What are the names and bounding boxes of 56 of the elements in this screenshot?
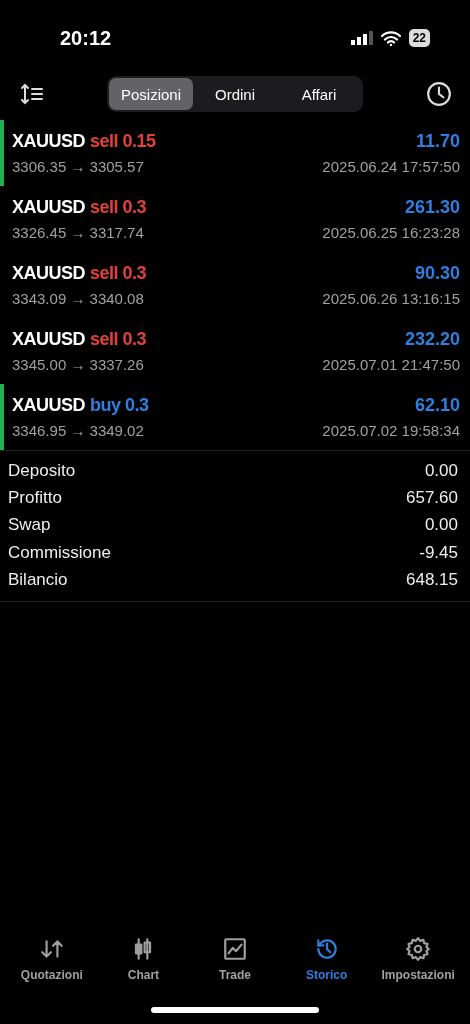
deal-time: 2025.07.02 19:58:34 <box>322 422 460 439</box>
prices: 3306.35 → 3305.57 <box>12 158 144 175</box>
summary-value: 648.15 <box>406 569 458 590</box>
status-time: 20:12 <box>60 26 112 50</box>
deal-row[interactable]: XAUUSD sell 0.3 232.20 3345.00 → 3337.26 2025.07.01 21:47:50 <box>0 318 470 384</box>
symbol: XAUUSD <box>12 131 85 151</box>
sort-icon[interactable] <box>20 83 44 105</box>
profit: 11.70 <box>415 131 460 152</box>
deal-time: 2025.06.24 17:57:50 <box>322 158 460 175</box>
symbol: XAUUSD <box>12 197 85 217</box>
summary-label: Bilancio <box>8 569 68 590</box>
deal-row[interactable]: XAUUSD buy 0.3 62.10 3346.95 → 3349.02 2025.07.02 19:58:34 <box>0 384 470 450</box>
prices: 3345.00 → 3337.26 <box>12 356 144 373</box>
prices: 3343.09 → 3340.08 <box>12 290 144 307</box>
summary-label: Swap <box>8 515 51 536</box>
profit: 261.30 <box>404 197 460 218</box>
tab[interactable]: Posizioni <box>109 78 193 110</box>
deal-time: 2025.07.01 21:47:50 <box>322 356 460 373</box>
signal-icon <box>350 31 373 45</box>
prices: 3326.45 → 3317.74 <box>12 224 144 241</box>
summary-label: Profitto <box>8 487 62 508</box>
clock-icon[interactable] <box>426 81 452 107</box>
battery-level: 22 <box>408 29 430 47</box>
deal-side: sell 0.3 <box>90 329 147 349</box>
symbol: XAUUSD <box>12 263 85 283</box>
deal-side: sell 0.15 <box>90 131 156 151</box>
settings-icon <box>405 936 432 962</box>
nav-tab[interactable]: Trade <box>190 936 280 996</box>
summary-label: Deposito <box>8 460 76 481</box>
deal-row[interactable]: XAUUSD sell 0.15 11.70 3306.35 → 3305.57 2025.06.24 17:57:50 <box>0 120 470 186</box>
deal-side: buy 0.3 <box>90 395 149 415</box>
deal-side: sell 0.3 <box>90 263 147 283</box>
tab[interactable]: Ordini <box>193 78 277 110</box>
profit: 232.20 <box>404 329 460 350</box>
deal-time: 2025.06.25 16:23:28 <box>322 224 460 241</box>
profit: 90.30 <box>414 263 460 284</box>
summary-value: 0.00 <box>424 460 458 481</box>
profit: 62.10 <box>414 395 460 416</box>
wifi-icon <box>380 30 401 46</box>
nav-tab[interactable]: Storico <box>281 936 372 996</box>
nav-tab[interactable]: Chart <box>98 936 189 996</box>
deal-row[interactable]: XAUUSD sell 0.3 90.30 3343.09 → 3340.08 2025.06.26 13:16:15 <box>0 252 470 318</box>
deal-side: sell 0.3 <box>90 197 147 217</box>
summary-value: 0.00 <box>424 515 458 536</box>
prices: 3346.95 → 3349.02 <box>12 422 144 439</box>
deal-row[interactable]: XAUUSD sell 0.3 261.30 3326.45 → 3317.74 2025.06.25 16:23:28 <box>0 186 470 252</box>
nav-tab[interactable]: Impostazioni <box>373 936 464 996</box>
symbol: XAUUSD <box>12 395 85 415</box>
summary-value: 657.60 <box>406 487 458 508</box>
deal-time: 2025.06.26 13:16:15 <box>322 290 460 307</box>
summary-value: -9.45 <box>419 542 458 563</box>
summary-label: Commissione <box>8 542 111 563</box>
symbol: XAUUSD <box>12 329 85 349</box>
nav-tab[interactable]: Quotazioni <box>6 936 97 996</box>
tab[interactable]: Affari <box>277 78 361 110</box>
line-chart-icon <box>222 936 248 962</box>
